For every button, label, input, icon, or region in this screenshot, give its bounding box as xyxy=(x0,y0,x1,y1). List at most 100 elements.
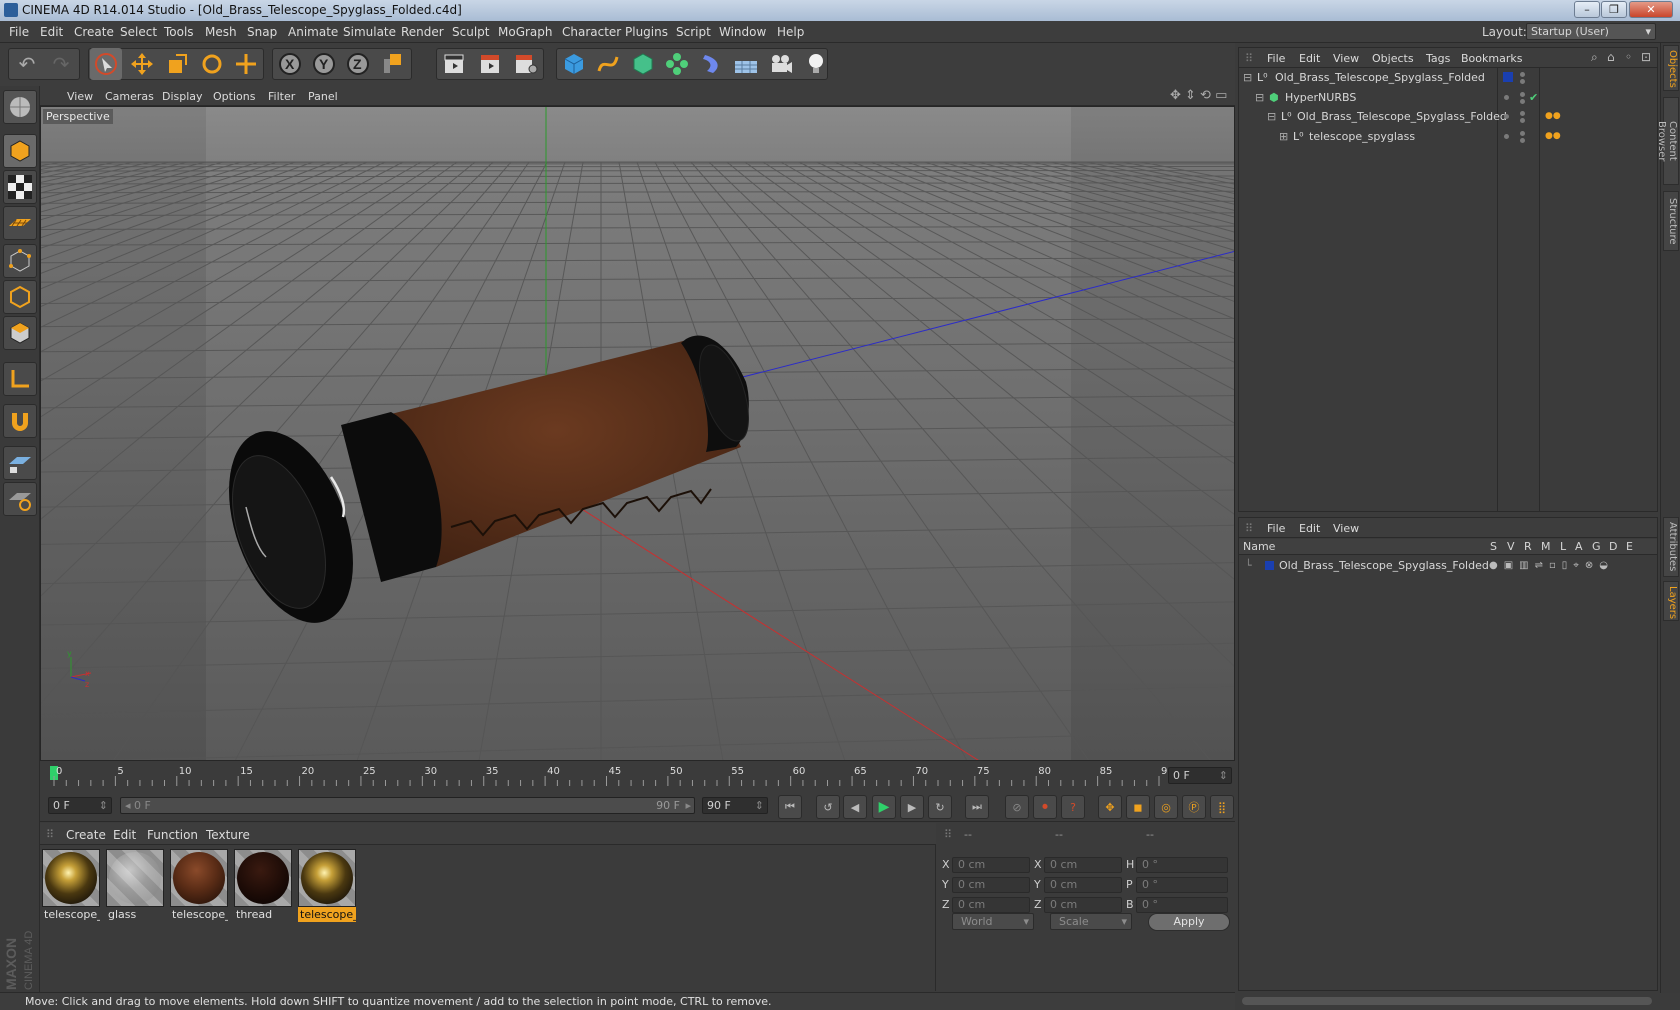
redo-icon[interactable]: ↷ xyxy=(44,52,78,76)
y-axis-button[interactable]: Y xyxy=(308,48,340,80)
x-axis-button[interactable]: X xyxy=(274,48,306,80)
material-tags-icon[interactable]: ●● xyxy=(1545,127,1561,146)
menu-select[interactable]: Select xyxy=(120,25,157,39)
model-mode-button[interactable] xyxy=(3,90,37,124)
menu-script[interactable]: Script xyxy=(676,25,711,39)
prev-key-button[interactable]: ↺ xyxy=(816,795,840,819)
menu-render[interactable]: Render xyxy=(401,25,444,39)
maximize-button[interactable]: ❐ xyxy=(1601,1,1627,18)
polygons-mode-button[interactable] xyxy=(3,316,37,350)
layer-menu-view[interactable]: View xyxy=(1333,522,1359,535)
obj-menu-objects[interactable]: Objects xyxy=(1372,52,1414,65)
spline-button[interactable] xyxy=(592,48,624,80)
viewport-menu-panel[interactable]: Panel xyxy=(308,90,338,103)
viewport-menu-cameras[interactable]: Cameras xyxy=(105,90,154,103)
menu-create[interactable]: Create xyxy=(74,25,114,39)
recent-tool-button[interactable] xyxy=(230,48,262,80)
next-frame-button[interactable]: ▶ xyxy=(900,795,924,819)
expand-icon[interactable]: ⊟ xyxy=(1255,88,1264,107)
search-icon[interactable]: ⌕ xyxy=(1591,50,1598,65)
scrollbar-thumb[interactable] xyxy=(1242,997,1652,1005)
menu-mesh[interactable]: Mesh xyxy=(205,25,237,39)
layer-row[interactable]: └ Old_Brass_Telescope_Spyglass_Folded ●▣… xyxy=(1239,556,1657,575)
key-scale-button[interactable]: ◼ xyxy=(1126,795,1150,819)
axis-mode-button[interactable] xyxy=(3,362,37,396)
column-locked[interactable]: L xyxy=(1560,540,1566,553)
obj-menu-tags[interactable]: Tags xyxy=(1426,52,1450,65)
light-button[interactable] xyxy=(800,48,832,80)
obj-menu-bookmarks[interactable]: Bookmarks xyxy=(1461,52,1522,65)
obj-menu-view[interactable]: View xyxy=(1333,52,1359,65)
record-button[interactable]: ⏺ xyxy=(1033,795,1057,819)
minimize-button[interactable]: – xyxy=(1574,1,1600,18)
key-rotation-button[interactable]: ◎ xyxy=(1154,795,1178,819)
column-expressions[interactable]: E xyxy=(1626,540,1633,553)
planar-workplane-button[interactable] xyxy=(3,482,37,516)
layer-color-swatch[interactable] xyxy=(1265,561,1274,570)
material-swatch[interactable]: telescope_ xyxy=(42,849,100,923)
viewport-menu-filter[interactable]: Filter xyxy=(268,90,295,103)
current-frame-field[interactable]: 0 F ⇕ xyxy=(1168,767,1232,784)
render-dot[interactable] xyxy=(1520,118,1525,123)
obj-menu-file[interactable]: File xyxy=(1267,52,1285,65)
timeline-ruler[interactable]: 051015202530354045505560657075808590 0 F… xyxy=(40,762,1235,788)
next-key-button[interactable]: ↻ xyxy=(928,795,952,819)
live-selection-button[interactable] xyxy=(90,48,122,80)
tab-structure[interactable]: Structure xyxy=(1663,191,1679,251)
key-parameter-button[interactable]: Ⓟ xyxy=(1182,795,1206,819)
deformer-button[interactable] xyxy=(696,48,728,80)
expand-icon[interactable]: ⊞ xyxy=(1279,127,1288,146)
tab-objects[interactable]: Objects xyxy=(1663,45,1679,91)
render-dot[interactable] xyxy=(1520,138,1525,143)
checkmark-icon[interactable]: ✔ xyxy=(1529,88,1538,107)
menu-help[interactable]: Help xyxy=(777,25,804,39)
autokey-button[interactable]: ? xyxy=(1061,795,1085,819)
menu-sculpt[interactable]: Sculpt xyxy=(452,25,489,39)
object-mode-button[interactable] xyxy=(3,134,37,168)
visibility-dot[interactable] xyxy=(1520,131,1525,136)
visibility-dot[interactable] xyxy=(1520,72,1525,77)
snap-button[interactable] xyxy=(3,404,37,438)
key-pla-button[interactable]: ⣿ xyxy=(1210,795,1234,819)
layer-horizontal-scrollbar[interactable] xyxy=(1238,993,1658,1010)
tab-layers[interactable]: Layers xyxy=(1663,581,1679,621)
render-dot[interactable] xyxy=(1520,99,1525,104)
locked-workplane-button[interactable] xyxy=(3,446,37,480)
menu-edit[interactable]: Edit xyxy=(40,25,63,39)
object-row[interactable]: ⊟ L⁰ Old_Brass_Telescope_Spyglass_Folded xyxy=(1239,68,1657,87)
record-disabled-button[interactable]: ⊘ xyxy=(1005,795,1029,819)
size-y-field[interactable]: 0 cm xyxy=(1044,877,1122,893)
cube-button[interactable] xyxy=(558,48,590,80)
maximize-panel-icon[interactable]: ⊡ xyxy=(1641,50,1651,64)
menu-plugins[interactable]: Plugins xyxy=(625,25,668,39)
column-render[interactable]: R xyxy=(1524,540,1532,553)
column-deformers[interactable]: D xyxy=(1609,540,1617,553)
points-mode-button[interactable] xyxy=(3,244,37,278)
key-position-button[interactable]: ✥ xyxy=(1098,795,1122,819)
column-manager[interactable]: M xyxy=(1541,540,1551,553)
menu-animate[interactable]: Animate xyxy=(288,25,338,39)
material-swatch-selected[interactable]: telescope_ xyxy=(298,849,356,923)
material-swatch[interactable]: telescope_ xyxy=(170,849,228,923)
material-menu-function[interactable]: Function xyxy=(147,828,198,842)
column-view[interactable]: V xyxy=(1507,540,1515,553)
pos-x-field[interactable]: 0 cm xyxy=(952,857,1030,873)
tab-content-browser[interactable]: Content Browser xyxy=(1656,97,1679,185)
material-swatch[interactable]: glass xyxy=(106,849,164,923)
go-to-end-button[interactable]: ⏭ xyxy=(965,795,989,819)
render-picture-viewer-button[interactable] xyxy=(474,48,506,80)
column-solo[interactable]: S xyxy=(1490,540,1497,553)
visibility-dot[interactable] xyxy=(1504,134,1509,139)
visibility-dot[interactable] xyxy=(1520,92,1525,97)
viewport-menu-options[interactable]: Options xyxy=(213,90,255,103)
scale-button[interactable] xyxy=(161,48,193,80)
layer-menu-file[interactable]: File xyxy=(1267,522,1285,535)
material-menu-texture[interactable]: Texture xyxy=(206,828,250,842)
home-icon[interactable]: ⌂ xyxy=(1607,50,1615,64)
collapse-icon[interactable]: ◦ xyxy=(1625,50,1632,64)
render-settings-button[interactable] xyxy=(510,48,542,80)
size-mode-dropdown[interactable]: Scale ▾ xyxy=(1050,913,1132,930)
object-row[interactable]: ⊞ L⁰ telescope_spyglass ●● xyxy=(1239,127,1657,146)
menu-simulate[interactable]: Simulate xyxy=(343,25,396,39)
z-axis-button[interactable]: Z xyxy=(342,48,374,80)
